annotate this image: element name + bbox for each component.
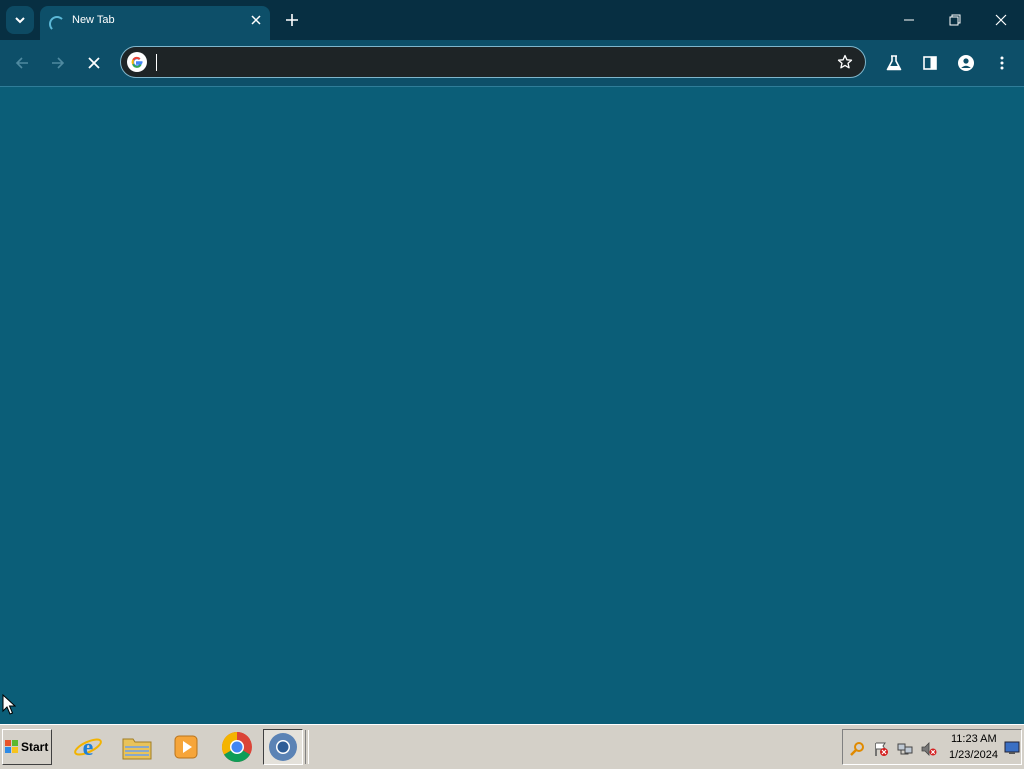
minimize-button[interactable] [886, 0, 932, 40]
flask-icon [886, 55, 902, 71]
labs-button[interactable] [880, 49, 908, 77]
clock-date[interactable]: 1/23/2024 [949, 749, 998, 761]
taskbar-separator [305, 730, 309, 764]
tab-title: New Tab [72, 14, 115, 26]
close-icon [88, 57, 100, 69]
side-panel-icon [923, 56, 937, 70]
new-tab-button[interactable] [280, 8, 304, 32]
tab-search-button[interactable] [6, 6, 34, 34]
side-panel-button[interactable] [916, 49, 944, 77]
close-window-button[interactable] [978, 0, 1024, 40]
address-input[interactable] [159, 51, 823, 75]
network-glyph [897, 743, 913, 755]
arrow-right-icon [52, 57, 65, 69]
bookmark-star-button[interactable] [835, 52, 855, 72]
close-icon [995, 14, 1007, 26]
back-button[interactable] [8, 49, 36, 77]
clock-time[interactable]: 11:23 AM [951, 733, 997, 745]
browser-menu-button[interactable] [988, 49, 1016, 77]
plus-icon [286, 14, 298, 26]
start-label: Start [21, 740, 49, 754]
kebab-menu-icon [1000, 56, 1004, 70]
taskbar-chromium[interactable] [263, 729, 303, 765]
text-caret [156, 54, 157, 71]
close-icon [251, 15, 261, 25]
mouse-pointer-icon [2, 694, 16, 715]
browser-titlebar: New Tab [0, 0, 1024, 40]
taskbar-media-player[interactable] [166, 729, 206, 765]
google-g-glyph [131, 56, 143, 68]
search-key-glyph [850, 742, 864, 756]
svg-text:e: e [83, 735, 94, 761]
flag-error-icon[interactable] [872, 740, 890, 758]
taskbar-internet-explorer[interactable]: e [68, 729, 108, 765]
google-icon[interactable] [127, 52, 147, 72]
network-icon[interactable] [896, 740, 914, 758]
internet-explorer-icon: e [74, 735, 102, 761]
profile-button[interactable] [952, 49, 980, 77]
folder-icon [122, 738, 152, 760]
restore-button[interactable] [932, 0, 978, 40]
search-key-icon[interactable] [848, 740, 866, 758]
chrome-icon [221, 732, 252, 763]
speaker-muted-icon[interactable] [920, 740, 938, 758]
browser-toolbar [0, 40, 1024, 87]
chevron-down-icon [15, 17, 25, 24]
show-desktop-button[interactable] [1003, 739, 1021, 757]
media-player-icon [174, 735, 198, 759]
loading-spinner-icon [49, 16, 65, 32]
start-button[interactable]: Start [2, 729, 52, 765]
address-bar[interactable] [120, 46, 866, 78]
page-content[interactable] [0, 87, 1024, 724]
tab-new-tab[interactable]: New Tab [40, 6, 270, 40]
chromium-icon [269, 733, 297, 761]
show-desktop-icon [1004, 741, 1020, 754]
arrow-left-icon [15, 57, 28, 69]
restore-icon [949, 14, 961, 26]
system-tray: 11:23 AM 1/23/2024 [842, 729, 1022, 765]
flag-error-glyph [875, 742, 888, 756]
person-icon [958, 55, 974, 71]
tab-close-button[interactable] [248, 12, 264, 28]
forward-button[interactable] [44, 49, 72, 77]
minimize-icon [904, 19, 914, 21]
stop-loading-button[interactable] [80, 49, 108, 77]
taskbar: Start e 11:23 AM 1/23/2024 [0, 724, 1024, 769]
taskbar-windows-explorer[interactable] [117, 729, 157, 765]
speaker-muted-glyph [921, 742, 937, 756]
windows-logo-icon [5, 740, 18, 753]
taskbar-google-chrome[interactable] [217, 729, 257, 765]
star-icon [837, 54, 853, 69]
